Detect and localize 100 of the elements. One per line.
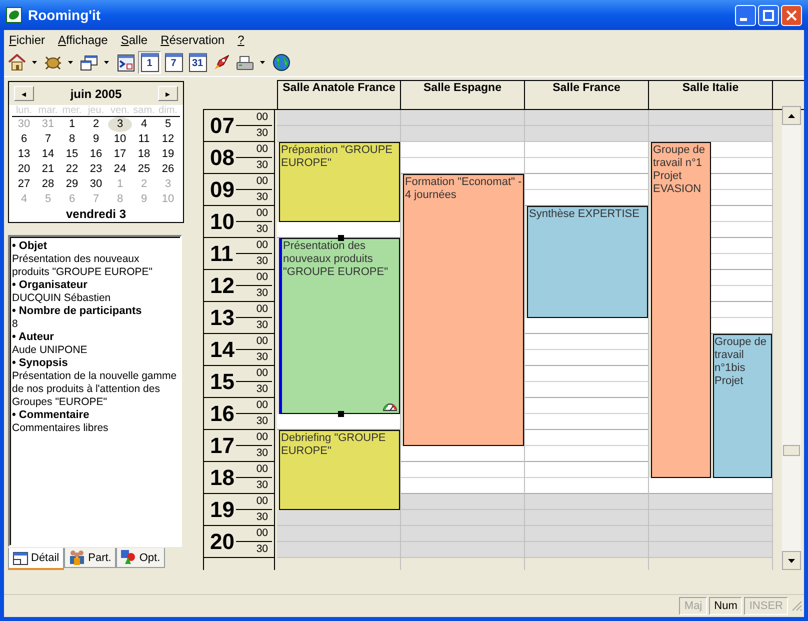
vertical-scrollbar[interactable] [782, 106, 801, 570]
time-slot[interactable] [401, 446, 524, 462]
time-slot[interactable] [710, 302, 772, 318]
time-slot[interactable] [401, 462, 524, 478]
time-slot[interactable] [710, 158, 772, 174]
time-slot[interactable] [710, 270, 772, 286]
time-slot[interactable] [525, 462, 648, 478]
time-slot[interactable] [710, 542, 772, 558]
booking-block[interactable]: Formation "Economat" - 4 journées [403, 174, 524, 446]
calendar-day[interactable]: 9 [84, 132, 108, 147]
time-slot[interactable] [710, 206, 772, 222]
calendar-day[interactable]: 26 [156, 162, 180, 177]
dropdown-arrow-icon[interactable] [260, 61, 265, 64]
time-slot[interactable] [277, 110, 400, 126]
calendar-day[interactable]: 2 [84, 117, 108, 132]
calendar-day[interactable]: 25 [132, 162, 156, 177]
booking-block[interactable]: Présentation des nouveaux produits "GROUPE EUROPE" [279, 238, 400, 414]
calendar-day[interactable]: 5 [156, 117, 180, 132]
calendar-day[interactable]: 1 [60, 117, 84, 132]
time-slot[interactable] [525, 334, 648, 350]
time-slot[interactable] [401, 126, 524, 142]
calendar-day[interactable]: 18 [132, 147, 156, 162]
time-slot[interactable] [649, 478, 710, 494]
time-slot[interactable] [525, 446, 648, 462]
calendar-day[interactable]: 6 [12, 132, 36, 147]
time-slot[interactable] [525, 414, 648, 430]
close-button[interactable] [781, 4, 802, 26]
time-slot[interactable] [525, 542, 648, 558]
time-slot[interactable] [710, 494, 772, 510]
minimize-button[interactable] [735, 4, 756, 26]
time-slot[interactable] [525, 110, 648, 126]
menu-item[interactable]: Salle [120, 32, 148, 46]
calendar-day[interactable]: 22 [60, 162, 84, 177]
resize-handle[interactable] [338, 411, 344, 417]
time-slot[interactable] [649, 126, 710, 142]
calendar-day[interactable]: 29 [60, 177, 84, 192]
calendar-day[interactable]: 4 [132, 117, 156, 132]
time-slot[interactable] [525, 510, 648, 526]
calendar-day[interactable]: 20 [12, 162, 36, 177]
booking-block[interactable]: Préparation "GROUPE EUROPE" [279, 142, 400, 222]
dropdown-arrow-icon[interactable] [68, 61, 73, 64]
calendar-day[interactable]: 30 [84, 177, 108, 192]
time-slot[interactable] [525, 190, 648, 206]
booking-block[interactable]: Synthèse EXPERTISE [527, 206, 648, 318]
calendar-day[interactable]: 15 [60, 147, 84, 162]
booking-block[interactable]: Debriefing "GROUPE EUROPE" [279, 430, 400, 510]
calendar-day[interactable]: 28 [36, 177, 60, 192]
time-slot[interactable] [649, 510, 710, 526]
time-slot[interactable] [710, 286, 772, 302]
next-month-button[interactable]: ▸ [158, 86, 178, 101]
calendar-day[interactable]: 7 [36, 132, 60, 147]
time-slot[interactable] [401, 494, 524, 510]
time-slot[interactable] [401, 478, 524, 494]
time-slot[interactable] [710, 110, 772, 126]
time-slot[interactable] [525, 398, 648, 414]
time-slot[interactable] [525, 494, 648, 510]
calendar-day[interactable]: 27 [12, 177, 36, 192]
scroll-thumb[interactable] [783, 445, 800, 456]
time-slot[interactable] [525, 142, 648, 158]
calendar-day[interactable]: 14 [36, 147, 60, 162]
time-slot[interactable] [710, 238, 772, 254]
calendar-day[interactable]: 10 [108, 132, 132, 147]
globe-tool-button[interactable] [270, 51, 293, 74]
time-slot[interactable] [710, 526, 772, 542]
scroll-down-button[interactable] [782, 551, 801, 570]
time-slot[interactable] [710, 174, 772, 190]
panel-tab[interactable]: Détail [8, 548, 64, 570]
calendar-day[interactable]: 8 [60, 132, 84, 147]
time-slot[interactable] [710, 318, 772, 334]
time-slot[interactable] [525, 350, 648, 366]
calendar-day[interactable]: 16 [84, 147, 108, 162]
dropdown-arrow-icon[interactable] [104, 61, 109, 64]
calendar-day[interactable]: 17 [108, 147, 132, 162]
time-slot[interactable] [710, 142, 772, 158]
calendar-day[interactable]: 12 [156, 132, 180, 147]
time-slot[interactable] [710, 478, 772, 494]
booking-block[interactable]: Groupe de travail n°1bis Projet [712, 334, 772, 478]
time-slot[interactable] [401, 158, 524, 174]
menu-item[interactable]: Réservation [160, 32, 225, 46]
calendar-day[interactable]: 3 [108, 117, 132, 132]
time-slot[interactable] [649, 542, 710, 558]
time-slot[interactable] [525, 174, 648, 190]
time-slot[interactable] [525, 430, 648, 446]
dropdown-arrow-icon[interactable] [32, 61, 37, 64]
time-slot[interactable] [525, 478, 648, 494]
time-slot[interactable] [525, 318, 648, 334]
panel-tab[interactable]: Part. [64, 548, 116, 568]
time-slot[interactable] [525, 158, 648, 174]
booking-block[interactable]: Groupe de travail n°1 Projet EVASION [651, 142, 710, 478]
panel-tab[interactable]: Opt. [116, 548, 166, 568]
calendar-day[interactable]: 19 [156, 147, 180, 162]
time-slot[interactable] [401, 110, 524, 126]
time-slot[interactable] [401, 142, 524, 158]
time-slot[interactable] [277, 510, 400, 526]
previous-month-button[interactable]: ◂ [14, 86, 34, 101]
time-slot[interactable] [525, 366, 648, 382]
time-slot[interactable] [401, 526, 524, 542]
resize-grip-icon[interactable] [792, 601, 802, 611]
maximize-button[interactable] [758, 4, 779, 26]
time-slot[interactable] [710, 126, 772, 142]
